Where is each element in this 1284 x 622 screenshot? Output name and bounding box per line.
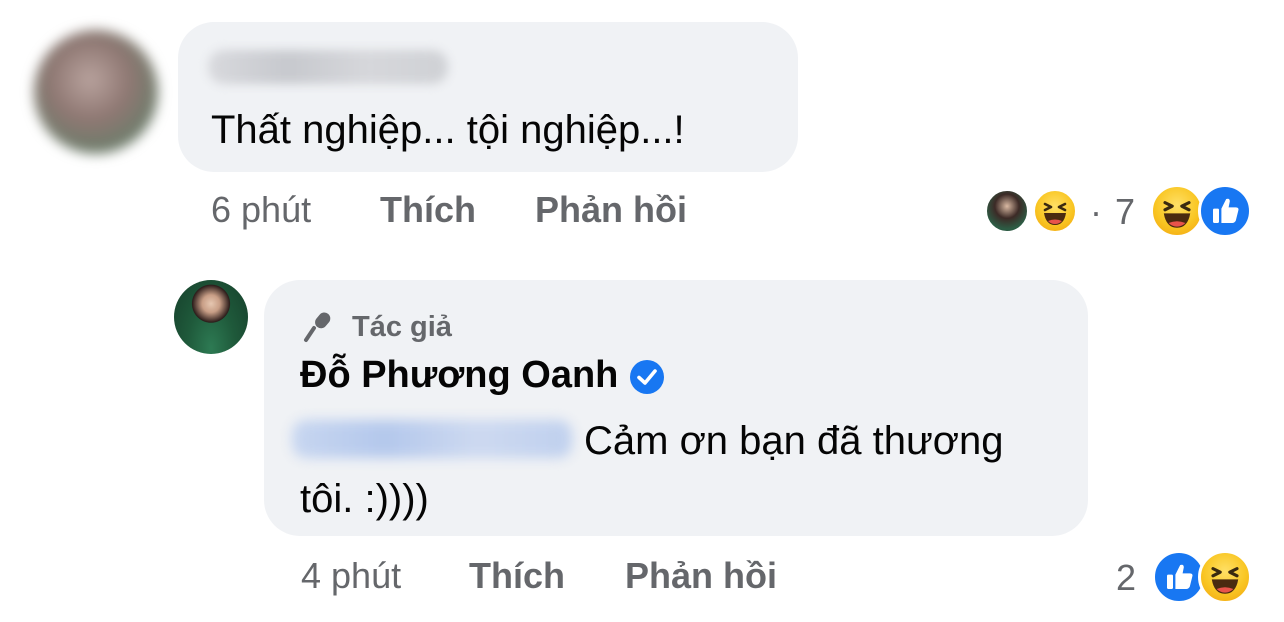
author-badge: Tác giả [352,311,452,343]
comment-text: Thất nghiệp... tội nghiệp...! [211,108,685,152]
haha-icon[interactable] [1032,188,1078,234]
author-name[interactable]: Đỗ Phương Oanh [300,352,618,398]
reply-like-button[interactable]: Thích [469,555,565,596]
comment-timestamp[interactable]: 6 phút [211,188,311,232]
comment-reply-button[interactable]: Phản hồi [535,189,687,230]
reactor-avatar[interactable] [984,188,1030,234]
reply-timestamp[interactable]: 4 phút [301,554,401,598]
like-icon[interactable] [1198,184,1252,238]
comment-like-button[interactable]: Thích [380,189,476,230]
comment-reaction-count[interactable]: 7 [1115,190,1135,234]
reaction-separator: · [1090,191,1102,232]
verified-badge-icon [630,360,664,394]
haha-icon[interactable] [1198,550,1252,604]
author-avatar[interactable] [174,280,248,354]
commenter-avatar-blurred[interactable] [34,30,158,154]
haha-icon[interactable] [1150,184,1204,238]
reply-reaction-count[interactable]: 2 [1116,556,1136,600]
reply-text: Cảm ơn bạn đã thương tôi. :)))) [300,419,1004,521]
microphone-icon [304,312,331,342]
commenter-name-blurred[interactable] [208,50,448,84]
reply-reply-button[interactable]: Phản hồi [625,555,777,596]
